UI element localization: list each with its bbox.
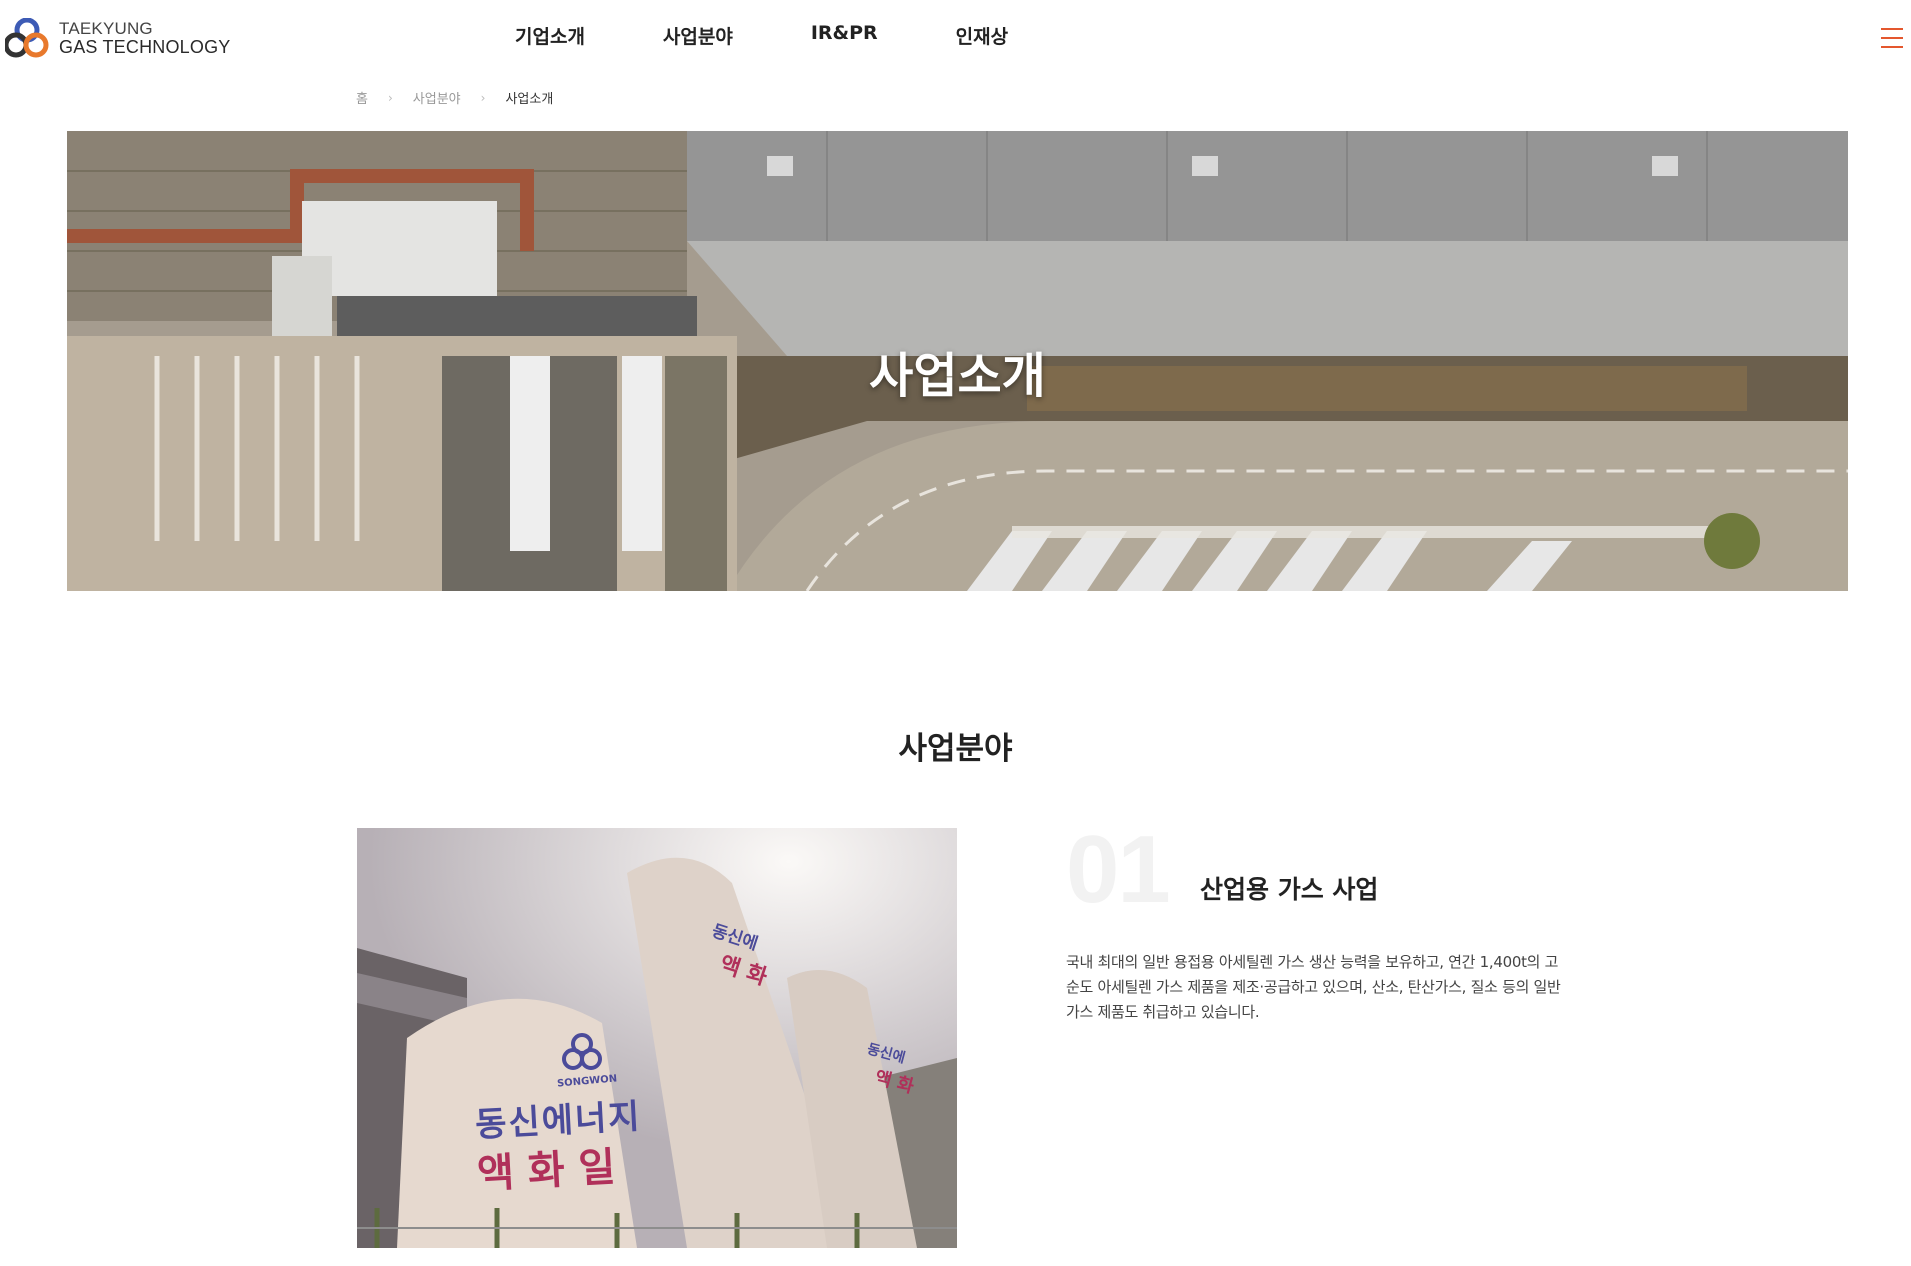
chevron-right-icon: ›	[480, 90, 486, 105]
gas-tank-image	[357, 828, 957, 1248]
logo-line-2: GAS TECHNOLOGY	[59, 37, 231, 57]
hero-banner: 사업소개	[67, 131, 1848, 591]
section-title: 사업분야	[898, 731, 1013, 767]
nav-item-irpr[interactable]: IR&PR	[811, 22, 878, 49]
logo-line-1: TAEKYUNG	[59, 19, 153, 38]
chevron-right-icon: ›	[387, 90, 393, 105]
site-logo[interactable]: TAEKYUNG GAS TECHNOLOGY	[3, 17, 231, 58]
item-title: 산업용 가스 사업	[1200, 875, 1379, 904]
hamburger-icon[interactable]	[1881, 28, 1903, 48]
business-photo: SONGWON 동신에너지 액 화 일 동신에 액 화 동신에 액 화	[357, 828, 957, 1248]
breadcrumb-home[interactable]: 홈	[356, 88, 368, 107]
site-header: TAEKYUNG GAS TECHNOLOGY 기업소개 사업분야 IR&PR …	[0, 0, 1911, 76]
nav-item-business[interactable]: 사업분야	[663, 22, 733, 49]
item-description: 국내 최대의 일반 용접용 아세틸렌 가스 생산 능력을 보유하고, 연간 1,…	[1066, 953, 1561, 1021]
nav-item-company[interactable]: 기업소개	[515, 22, 585, 49]
breadcrumb-level1[interactable]: 사업분야	[413, 88, 461, 107]
breadcrumb: 홈 › 사업분야 › 사업소개	[356, 88, 554, 108]
main-nav: 기업소개 사업분야 IR&PR 인재상	[515, 22, 1086, 49]
item-number: 01	[1066, 816, 1171, 923]
breadcrumb-current: 사업소개	[505, 92, 554, 107]
logo-mark-icon	[3, 17, 49, 58]
tank-text-1b: 액 화 일	[476, 1144, 617, 1198]
nav-item-talent[interactable]: 인재상	[956, 22, 1008, 49]
logo-text: TAEKYUNG GAS TECHNOLOGY	[59, 19, 231, 57]
hero-title: 사업소개	[869, 348, 1046, 404]
